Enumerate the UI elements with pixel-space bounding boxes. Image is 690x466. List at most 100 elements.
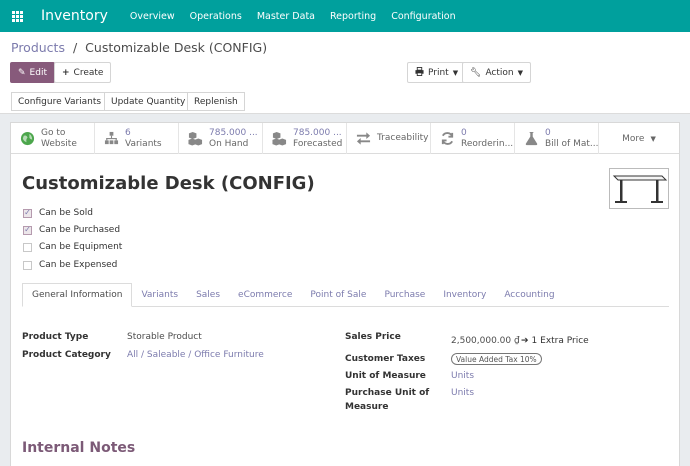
customer-taxes-label: Customer Taxes bbox=[345, 354, 426, 364]
can-be-sold-checkbox[interactable]: ✓ bbox=[23, 208, 32, 218]
form-sheet: Go to Website 6 Variants 785.000 ... On … bbox=[10, 122, 680, 466]
edit-button[interactable]: ✎ Edit bbox=[10, 62, 55, 83]
form-header: Configure Variants Update Quantity Reple… bbox=[0, 90, 690, 114]
sales-price-label: Sales Price bbox=[345, 332, 401, 342]
action-button-label: Action bbox=[485, 67, 514, 78]
purchase-uom-label: Purchase Unit of Measure bbox=[345, 386, 429, 414]
globe-icon bbox=[20, 131, 35, 146]
product-type-field[interactable]: Storable Product bbox=[127, 330, 202, 344]
cubes-icon bbox=[272, 131, 287, 146]
purchase-uom-label-line1: Purchase Unit of bbox=[345, 388, 430, 398]
print-button-label: Print bbox=[428, 67, 449, 78]
reordering-count: 0 bbox=[461, 127, 467, 138]
top-navbar: Inventory Overview Operations Master Dat… bbox=[0, 0, 690, 32]
breadcrumb: Products / Customizable Desk (CONFIG) bbox=[11, 40, 267, 55]
menu-reporting[interactable]: Reporting bbox=[330, 11, 376, 22]
caret-down-icon: ▼ bbox=[650, 134, 656, 143]
can-be-equipment-label: Can be Equipment bbox=[39, 242, 123, 252]
on-hand-value: 785.000 ... bbox=[209, 127, 258, 138]
traceability-smart-button[interactable]: Traceability bbox=[347, 123, 431, 154]
smart-buttons: Go to Website 6 Variants 785.000 ... On … bbox=[11, 123, 679, 154]
caret-down-icon: ▼ bbox=[517, 68, 524, 77]
menu-operations[interactable]: Operations bbox=[190, 11, 242, 22]
exchange-icon bbox=[356, 131, 371, 146]
menu-master-data[interactable]: Master Data bbox=[257, 11, 315, 22]
more-label: More bbox=[622, 133, 645, 144]
product-type-label: Product Type bbox=[22, 332, 89, 342]
breadcrumb-current: Customizable Desk (CONFIG) bbox=[85, 40, 268, 55]
can-be-purchased-checkbox[interactable]: ✓ bbox=[23, 225, 32, 235]
product-category-label: Product Category bbox=[22, 350, 111, 360]
more-smart-button[interactable]: More ▼ bbox=[599, 123, 679, 154]
tab-sales[interactable]: Sales bbox=[187, 283, 229, 307]
app-title[interactable]: Inventory bbox=[41, 8, 108, 24]
notebook-tabs: General Information Variants Sales eComm… bbox=[22, 283, 669, 307]
traceability-label: Traceability bbox=[377, 133, 429, 143]
can-be-purchased-row[interactable]: ✓ Can be Purchased bbox=[23, 225, 120, 235]
bom-count: 0 bbox=[545, 127, 551, 138]
website-line1: Go to bbox=[41, 127, 66, 138]
tab-ecommerce[interactable]: eCommerce bbox=[229, 283, 301, 307]
on-hand-smart-button[interactable]: 785.000 ... On Hand bbox=[179, 123, 263, 154]
arrow-right-icon: ➔ bbox=[521, 336, 529, 346]
unit-of-measure-label: Unit of Measure bbox=[345, 371, 426, 381]
product-category-field[interactable]: All / Saleable / Office Furniture bbox=[127, 348, 264, 362]
breadcrumb-products[interactable]: Products bbox=[11, 40, 65, 55]
extra-price-link[interactable]: ➔ 1 Extra Price bbox=[521, 334, 589, 348]
sales-price-field[interactable]: 2,500,000.00 ₫ bbox=[451, 334, 520, 348]
product-image[interactable] bbox=[609, 168, 669, 209]
can-be-equipment-checkbox[interactable] bbox=[23, 242, 32, 252]
reordering-label: Reorderin... bbox=[461, 138, 514, 149]
tab-inventory[interactable]: Inventory bbox=[434, 283, 495, 307]
replenish-button[interactable]: Replenish bbox=[187, 92, 245, 111]
internal-notes-title: Internal Notes bbox=[22, 440, 136, 456]
tab-purchase[interactable]: Purchase bbox=[375, 283, 434, 307]
forecasted-smart-button[interactable]: 785.000 ... Forecasted bbox=[263, 123, 347, 154]
can-be-sold-row[interactable]: ✓ Can be Sold bbox=[23, 208, 93, 218]
caret-down-icon: ▼ bbox=[452, 68, 459, 77]
on-hand-label: On Hand bbox=[209, 138, 249, 149]
product-name[interactable]: Customizable Desk (CONFIG) bbox=[22, 173, 315, 194]
refresh-icon bbox=[440, 131, 455, 146]
configure-variants-button[interactable]: Configure Variants bbox=[11, 92, 109, 111]
purchase-uom-label-line2: Measure bbox=[345, 402, 389, 412]
purchase-uom-field[interactable]: Units bbox=[451, 386, 474, 400]
flask-icon bbox=[524, 131, 539, 146]
can-be-equipment-row[interactable]: Can be Equipment bbox=[23, 242, 122, 252]
extra-price-label: 1 Extra Price bbox=[531, 336, 589, 346]
website-line2: Website bbox=[41, 138, 77, 149]
website-smart-button[interactable]: Go to Website bbox=[11, 123, 95, 154]
variants-smart-button[interactable]: 6 Variants bbox=[95, 123, 179, 154]
reordering-smart-button[interactable]: 0 Reorderin... bbox=[431, 123, 515, 154]
forecasted-value: 785.000 ... bbox=[293, 127, 342, 138]
bom-label: Bill of Mat... bbox=[545, 138, 599, 149]
breadcrumb-separator: / bbox=[72, 40, 78, 55]
menu-configuration[interactable]: Configuration bbox=[391, 11, 455, 22]
unit-of-measure-field[interactable]: Units bbox=[451, 369, 474, 383]
tab-general-information[interactable]: General Information bbox=[22, 283, 133, 307]
update-quantity-button[interactable]: Update Quantity bbox=[104, 92, 193, 111]
cubes-icon bbox=[188, 131, 203, 146]
action-button[interactable]: 🔧︎ Action ▼ bbox=[462, 62, 532, 83]
bom-smart-button[interactable]: 0 Bill of Mat... bbox=[515, 123, 599, 154]
printer-icon bbox=[415, 66, 424, 79]
edit-button-label: Edit bbox=[29, 67, 47, 78]
tab-variants[interactable]: Variants bbox=[132, 283, 187, 307]
pencil-icon: ✎ bbox=[18, 67, 26, 78]
tax-badge[interactable]: Value Added Tax 10% bbox=[451, 353, 542, 365]
print-button[interactable]: Print ▼ bbox=[407, 62, 467, 83]
create-button[interactable]: + Create bbox=[54, 62, 112, 83]
tab-point-of-sale[interactable]: Point of Sale bbox=[301, 283, 375, 307]
can-be-sold-label: Can be Sold bbox=[39, 208, 93, 218]
plus-icon: + bbox=[62, 67, 70, 78]
menu-overview[interactable]: Overview bbox=[130, 11, 175, 22]
apps-menu-icon[interactable] bbox=[0, 0, 34, 32]
tab-accounting[interactable]: Accounting bbox=[495, 283, 563, 307]
can-be-purchased-label: Can be Purchased bbox=[39, 225, 121, 235]
can-be-expensed-row[interactable]: Can be Expensed bbox=[23, 260, 117, 270]
desk-image-icon bbox=[612, 175, 668, 203]
can-be-expensed-label: Can be Expensed bbox=[39, 260, 118, 270]
wrench-icon: 🔧︎ bbox=[470, 67, 482, 78]
sitemap-icon bbox=[104, 131, 119, 146]
can-be-expensed-checkbox[interactable] bbox=[23, 260, 32, 270]
